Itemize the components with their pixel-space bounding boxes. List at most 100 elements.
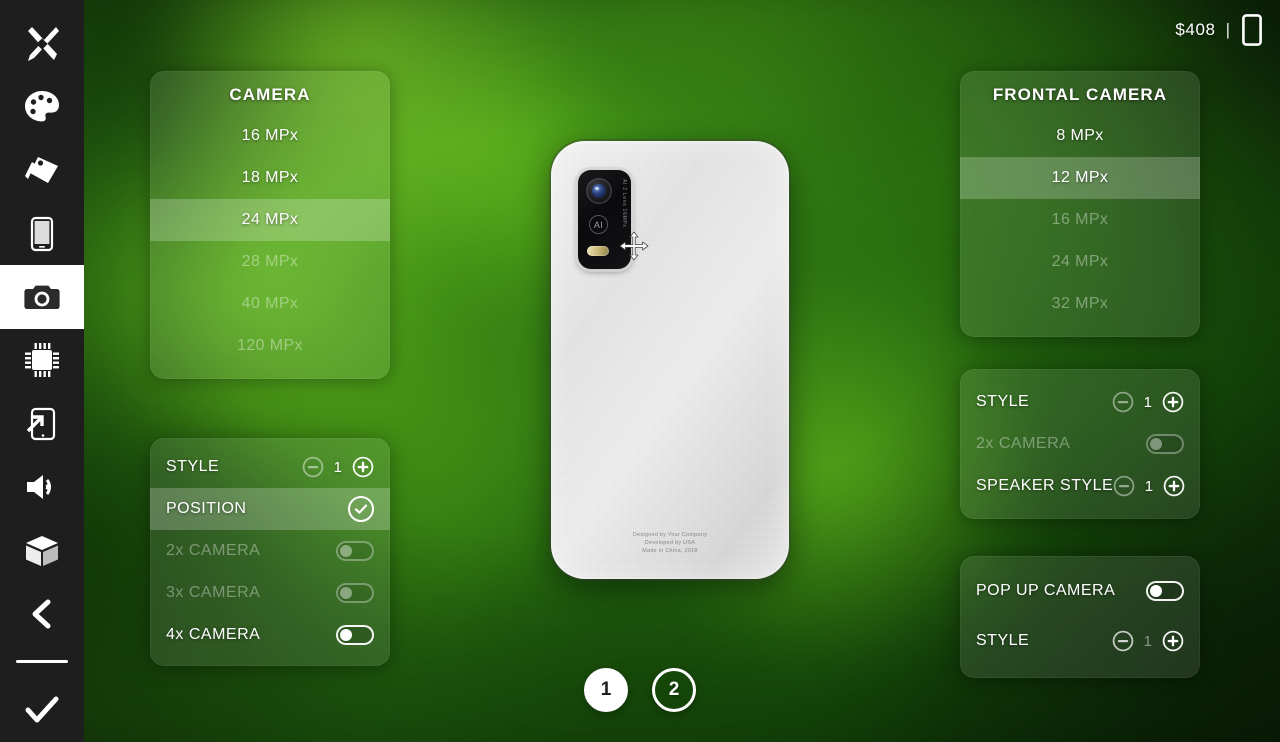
popup-camera-row[interactable]: POP UP CAMERA — [960, 570, 1200, 612]
4x-camera-row[interactable]: 4x CAMERA — [150, 614, 390, 656]
frontal-camera-option-8[interactable]: 8 MPx — [960, 115, 1200, 157]
frontal-camera-option-label: 24 MPx — [1051, 253, 1109, 270]
chip-icon — [25, 343, 59, 378]
plus-circle-icon — [1162, 391, 1184, 413]
style-value: 1 — [333, 458, 343, 476]
frontal-camera-panel-title: FRONTAL CAMERA — [992, 85, 1168, 104]
popup-style-decrement-button[interactable] — [1112, 630, 1134, 652]
app-root: $408 | CAMERA 16 MPx 18 MPx 24 MPx 28 MP… — [0, 0, 1280, 742]
sidebar-item-package[interactable] — [0, 519, 84, 582]
style-row[interactable]: STYLE 1 — [150, 446, 390, 488]
frontal-camera-option-24[interactable]: 24 MPx — [960, 241, 1200, 283]
sidebar-item-tools[interactable] — [0, 12, 84, 75]
check-icon — [25, 696, 59, 723]
camera-module-text: AI 2 Lens 16MPx — [621, 179, 627, 228]
sidebar-item-export[interactable] — [0, 392, 84, 455]
sidebar-confirm-button[interactable] — [0, 679, 84, 742]
minus-circle-icon — [302, 456, 324, 478]
speaker-style-row[interactable]: SPEAKER STYLE 1 — [960, 465, 1200, 507]
speaker-style-increment-button[interactable] — [1163, 475, 1185, 497]
4x-camera-toggle-wrap — [336, 625, 374, 645]
camera-option-28[interactable]: 28 MPx — [150, 241, 390, 283]
camera-option-16[interactable]: 16 MPx — [150, 115, 390, 157]
style-stepper: 1 — [302, 456, 374, 478]
front-2x-camera-toggle[interactable] — [1146, 434, 1184, 454]
camera-option-label: 120 MPx — [237, 337, 303, 354]
phone-footer-line-1: Designed by Your Company — [632, 532, 708, 538]
frontal-camera-option-16[interactable]: 16 MPx — [960, 199, 1200, 241]
position-row[interactable]: POSITION — [150, 488, 390, 530]
frontal-camera-option-12[interactable]: 12 MPx — [960, 157, 1200, 199]
export-icon — [26, 407, 56, 440]
speaker-style-label: SPEAKER STYLE — [976, 477, 1114, 494]
camera-option-40[interactable]: 40 MPx — [150, 283, 390, 325]
sidebar-item-processor[interactable] — [0, 329, 84, 392]
4x-camera-toggle[interactable] — [336, 625, 374, 645]
screen-icon — [30, 216, 54, 251]
popup-style-label: STYLE — [976, 632, 1030, 649]
style-label: STYLE — [166, 458, 220, 475]
speaker-style-decrement-button[interactable] — [1113, 475, 1135, 497]
sidebar-item-materials[interactable] — [0, 139, 84, 202]
camera-option-120[interactable]: 120 MPx — [150, 325, 390, 367]
sidebar-item-audio[interactable] — [0, 456, 84, 519]
front-style-row[interactable]: STYLE 1 — [960, 381, 1200, 423]
phone-footer-line-3: Made in China, 2018 — [642, 548, 698, 554]
frontal-camera-option-label: 12 MPx — [1051, 169, 1109, 186]
camera-option-label: 18 MPx — [241, 169, 299, 186]
plus-circle-icon — [352, 456, 374, 478]
sidebar-item-back[interactable] — [0, 582, 84, 645]
phone-camera-module[interactable]: AI AI 2 Lens 16MPx — [578, 170, 631, 269]
camera-lens-glint — [595, 186, 599, 190]
popup-style-row[interactable]: STYLE 1 — [960, 620, 1200, 662]
popup-camera-panel: POP UP CAMERA STYLE 1 — [960, 556, 1200, 678]
sidebar — [0, 0, 84, 742]
popup-camera-toggle[interactable] — [1146, 581, 1184, 601]
camera-option-18[interactable]: 18 MPx — [150, 157, 390, 199]
camera-flash — [587, 246, 609, 256]
pager-page-2[interactable]: 2 — [652, 668, 696, 712]
camera-option-label: 24 MPx — [241, 211, 299, 228]
2x-camera-label: 2x CAMERA — [166, 542, 261, 559]
position-check-control[interactable] — [348, 496, 374, 522]
front-2x-camera-toggle-wrap — [1146, 434, 1184, 454]
phone-icon[interactable] — [1242, 14, 1262, 46]
toggle-knob — [340, 629, 352, 641]
minus-circle-icon — [1113, 475, 1135, 497]
speaker-icon — [27, 475, 52, 500]
toggle-knob — [1150, 585, 1162, 597]
3x-camera-row[interactable]: 3x CAMERA — [150, 572, 390, 614]
minus-circle-icon — [1112, 630, 1134, 652]
rear-camera-style-panel: STYLE 1 POSITION 2x CAMERA 3x CAMERA 4x … — [150, 438, 390, 666]
plus-circle-icon — [1162, 630, 1184, 652]
sidebar-item-colors[interactable] — [0, 75, 84, 138]
frontal-camera-style-panel: STYLE 1 2x CAMERA SPEAKER STYLE 1 — [960, 369, 1200, 519]
3x-camera-toggle-wrap — [336, 583, 374, 603]
sidebar-item-camera[interactable] — [0, 265, 84, 329]
position-check-button[interactable] — [348, 496, 374, 522]
camera-option-24[interactable]: 24 MPx — [150, 199, 390, 241]
toggle-knob — [340, 587, 352, 599]
position-label: POSITION — [166, 500, 247, 517]
style-increment-button[interactable] — [352, 456, 374, 478]
2x-camera-row[interactable]: 2x CAMERA — [150, 530, 390, 572]
phone-footer-line-2: Developed by USA — [644, 540, 696, 546]
front-style-value: 1 — [1143, 393, 1153, 411]
phone-preview[interactable]: AI AI 2 Lens 16MPx Designed by Your Comp… — [551, 141, 789, 579]
frontal-camera-option-label: 8 MPx — [1056, 127, 1104, 144]
2x-camera-toggle[interactable] — [336, 541, 374, 561]
sidebar-divider — [16, 659, 68, 663]
sidebar-item-screen[interactable] — [0, 202, 84, 265]
3x-camera-label: 3x CAMERA — [166, 584, 261, 601]
pager-page-1[interactable]: 1 — [584, 668, 628, 712]
phone-body: AI AI 2 Lens 16MPx Designed by Your Comp… — [551, 141, 789, 579]
front-style-increment-button[interactable] — [1162, 391, 1184, 413]
popup-style-increment-button[interactable] — [1162, 630, 1184, 652]
pager: 1 2 — [0, 668, 1280, 712]
speaker-style-value: 1 — [1144, 477, 1154, 495]
3x-camera-toggle[interactable] — [336, 583, 374, 603]
front-style-decrement-button[interactable] — [1112, 391, 1134, 413]
style-decrement-button[interactable] — [302, 456, 324, 478]
frontal-camera-option-32[interactable]: 32 MPx — [960, 283, 1200, 325]
front-2x-camera-row[interactable]: 2x CAMERA — [960, 423, 1200, 465]
